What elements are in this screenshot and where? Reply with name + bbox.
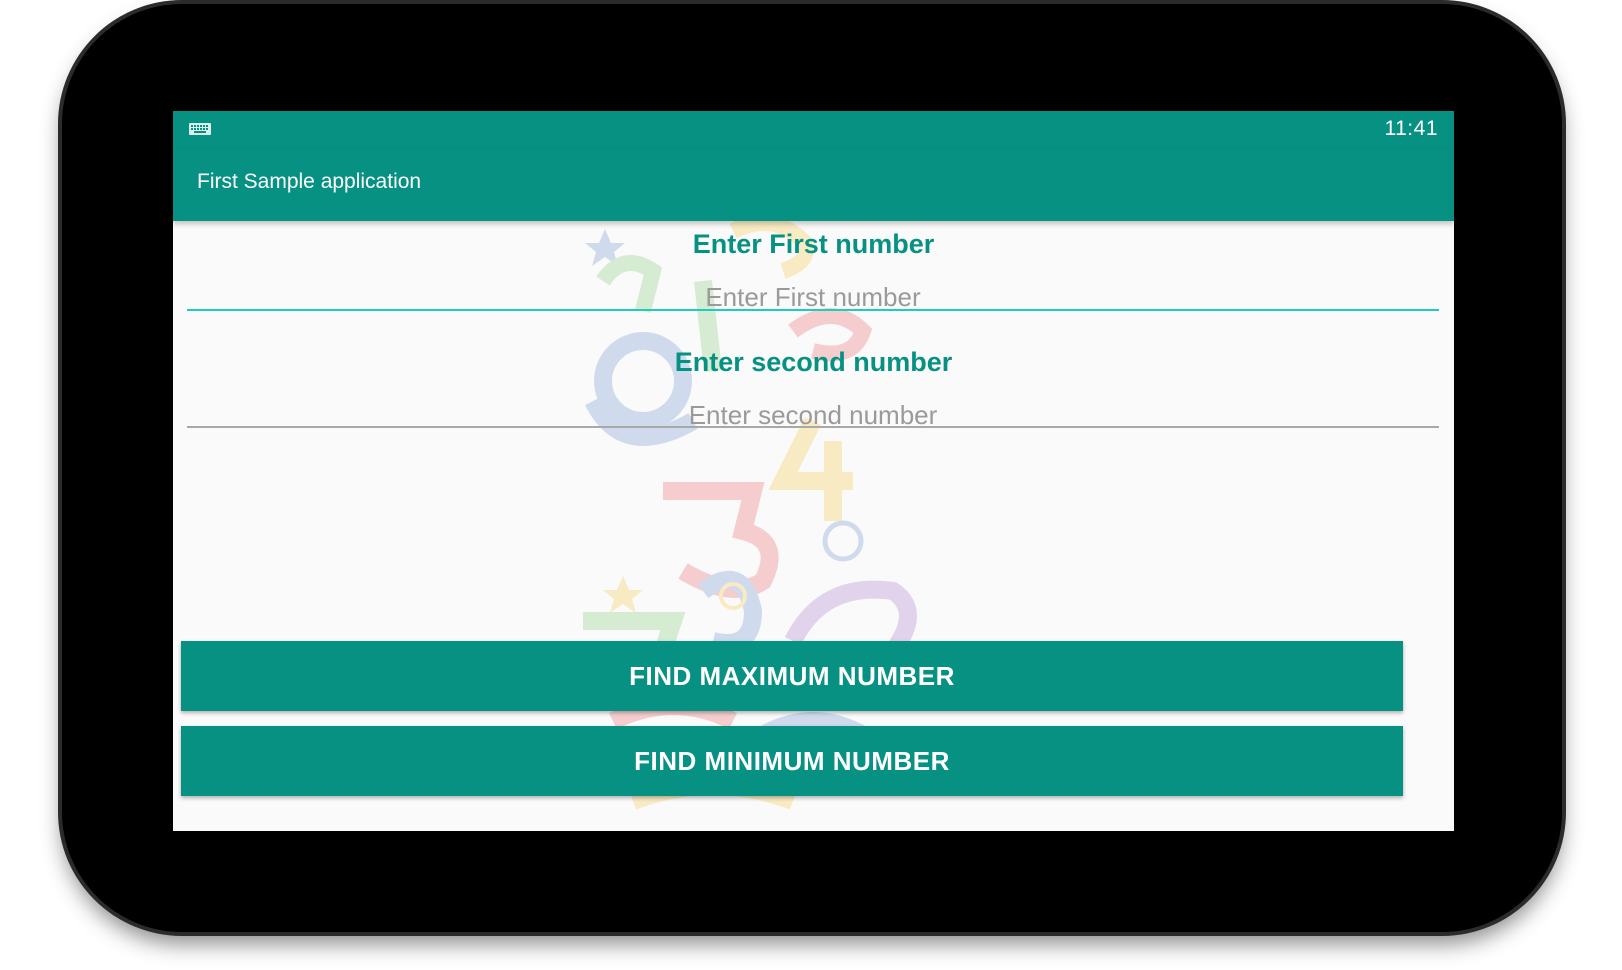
status-bar: 11:41	[173, 111, 1454, 149]
keyboard-icon	[189, 123, 211, 135]
status-time: 11:41	[1384, 117, 1438, 140]
first-number-label: Enter First number	[692, 229, 935, 259]
second-number-input[interactable]	[187, 395, 1439, 435]
first-number-input[interactable]	[187, 277, 1439, 317]
app-screen: 11:41 First Sample application Enter Fir…	[173, 111, 1454, 831]
find-maximum-button[interactable]: FIND MAXIMUM NUMBER	[181, 641, 1403, 711]
app-bar: First Sample application	[173, 149, 1454, 221]
first-number-underline	[187, 309, 1439, 311]
second-number-underline	[187, 426, 1439, 428]
second-number-label: Enter second number	[674, 347, 953, 377]
app-title: First Sample application	[197, 170, 422, 193]
find-minimum-button[interactable]: FIND MINIMUM NUMBER	[181, 726, 1403, 796]
